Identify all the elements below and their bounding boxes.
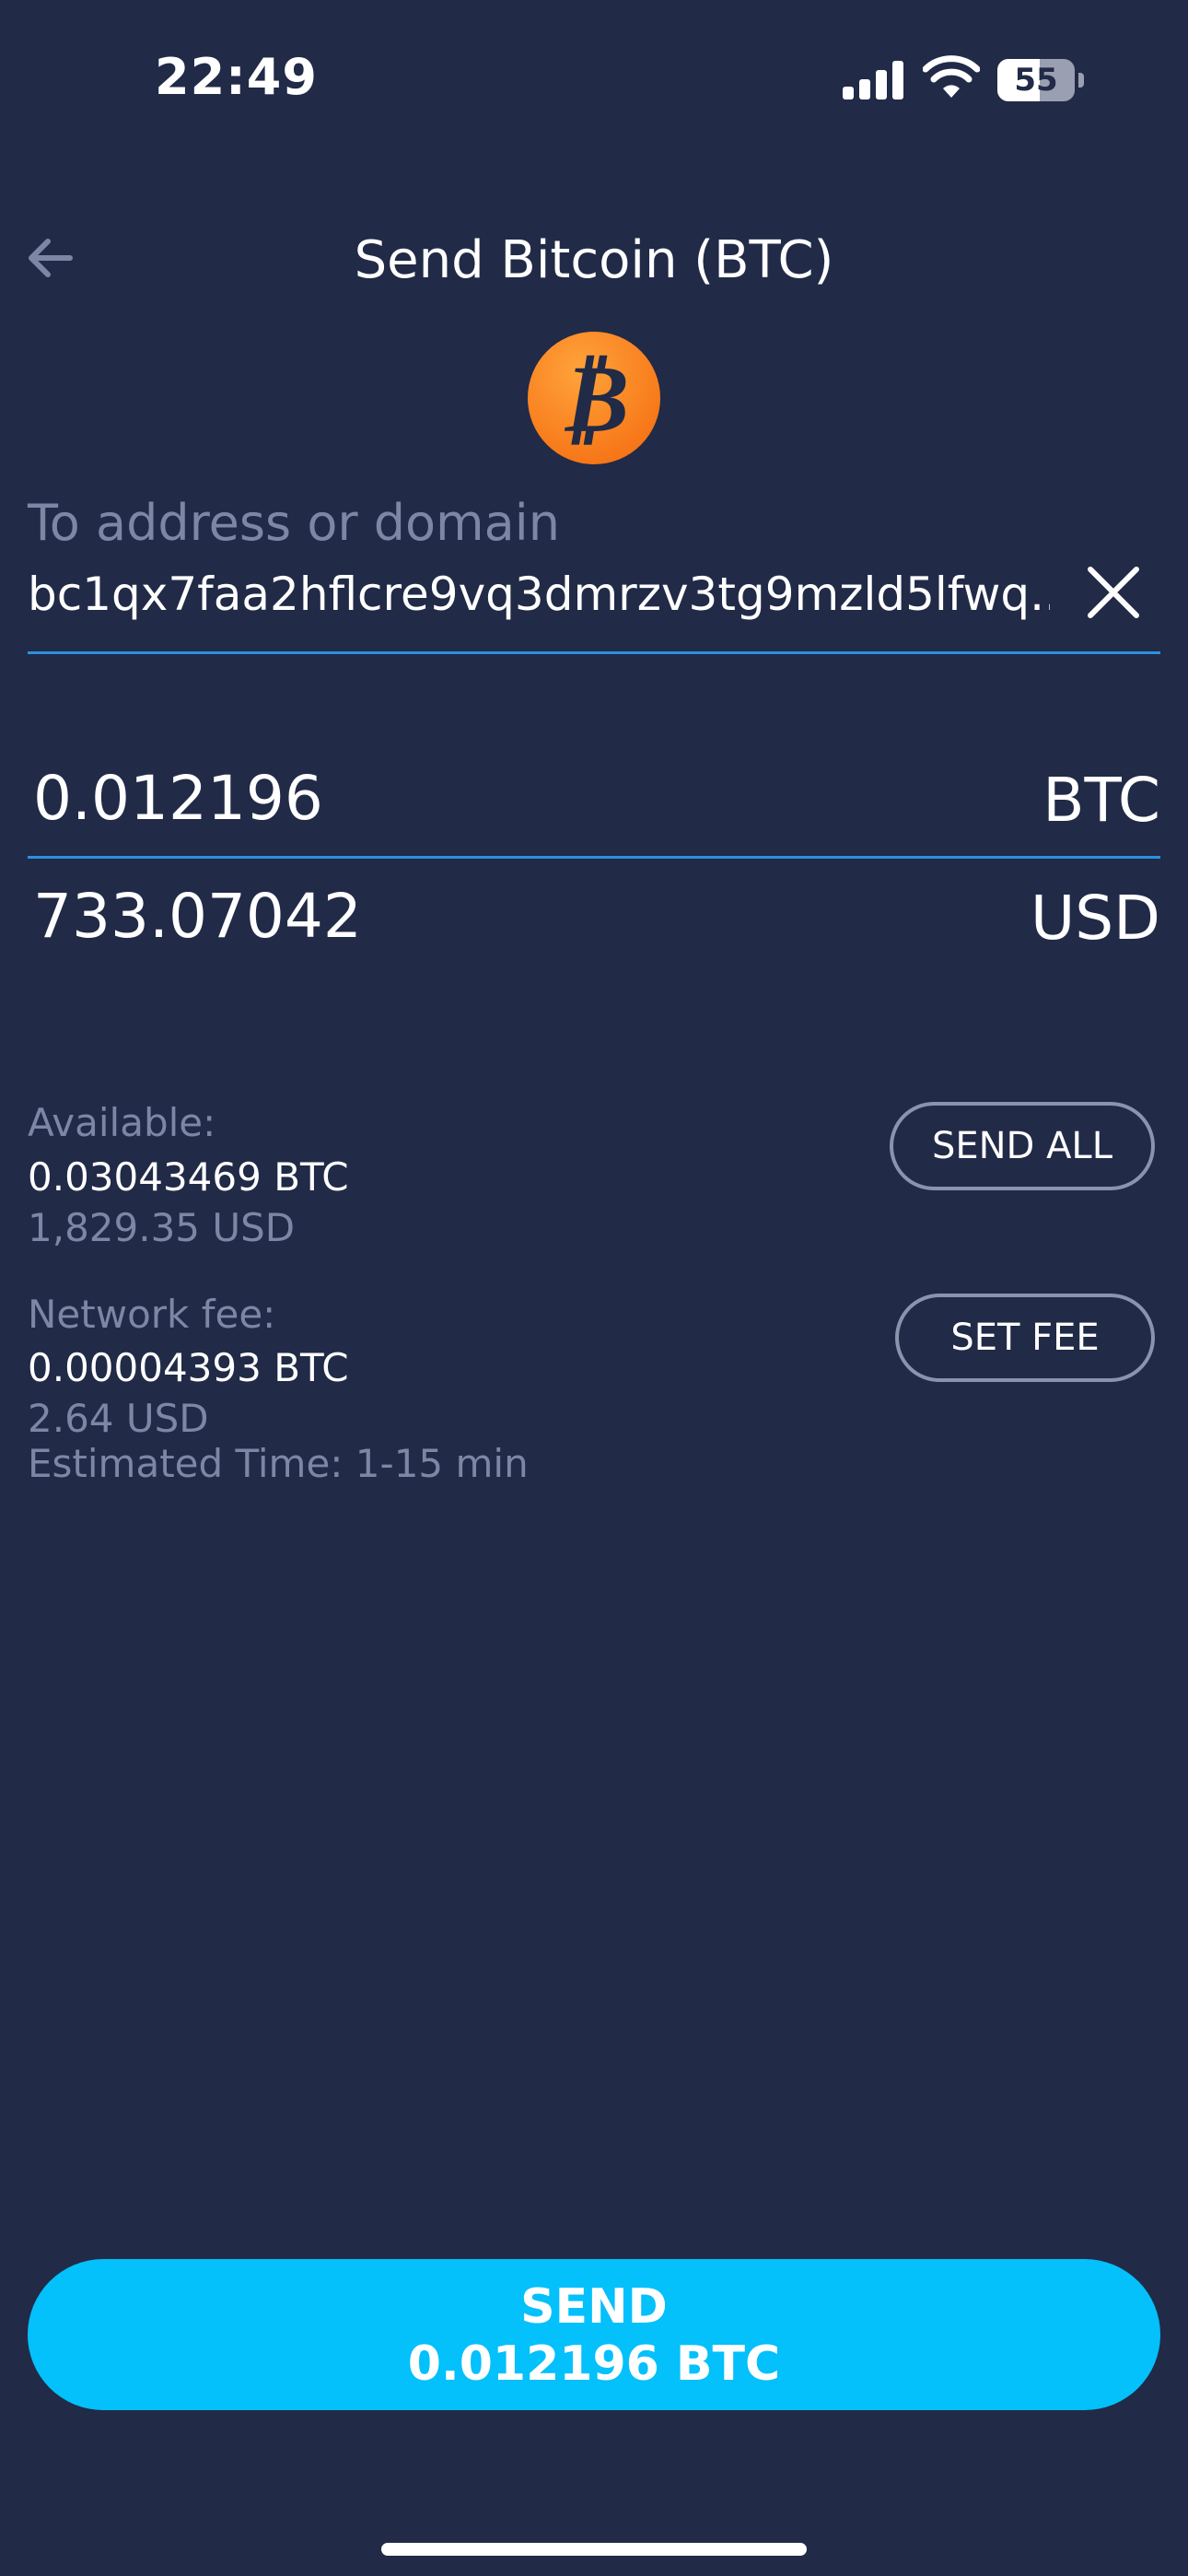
btc-currency-label: BTC: [1042, 765, 1160, 836]
network-fee-btc: 0.00004393 BTC: [28, 1345, 349, 1390]
send-button-amount: 0.012196 BTC: [407, 2336, 781, 2392]
available-usd: 1,829.35 USD: [28, 1205, 296, 1250]
close-icon[interactable]: [1083, 562, 1144, 623]
address-underline: [28, 651, 1160, 654]
send-all-button[interactable]: SEND ALL: [890, 1102, 1155, 1190]
amount-underline: [28, 856, 1160, 859]
page-title: Send Bitcoin (BTC): [354, 230, 834, 290]
home-indicator[interactable]: [381, 2543, 807, 2556]
cellular-signal-icon: [843, 61, 903, 100]
usd-amount-input[interactable]: 733.07042: [33, 881, 362, 952]
status-time: 22:49: [155, 48, 318, 106]
battery-icon: 55: [997, 59, 1084, 101]
send-button-label: SEND: [520, 2279, 668, 2335]
estimated-time: Estimated Time: 1-15 min: [28, 1441, 529, 1486]
bitcoin-icon: ₿: [528, 332, 660, 464]
available-label: Available:: [28, 1100, 216, 1145]
btc-amount-input[interactable]: 0.012196: [33, 763, 323, 834]
address-field-label: To address or domain: [28, 494, 560, 552]
wifi-icon: [923, 55, 980, 98]
available-btc: 0.03043469 BTC: [28, 1154, 349, 1200]
battery-level: 55: [1014, 62, 1058, 99]
network-fee-usd: 2.64 USD: [28, 1396, 209, 1441]
send-button[interactable]: SEND 0.012196 BTC: [28, 2259, 1160, 2410]
address-input[interactable]: bc1qx7faa2hflcre9vq3dmrzv3tg9mzld5lfwq..…: [28, 568, 1050, 621]
set-fee-button[interactable]: SET FEE: [895, 1294, 1155, 1382]
usd-currency-label: USD: [1030, 883, 1160, 954]
network-fee-label: Network fee:: [28, 1292, 276, 1337]
